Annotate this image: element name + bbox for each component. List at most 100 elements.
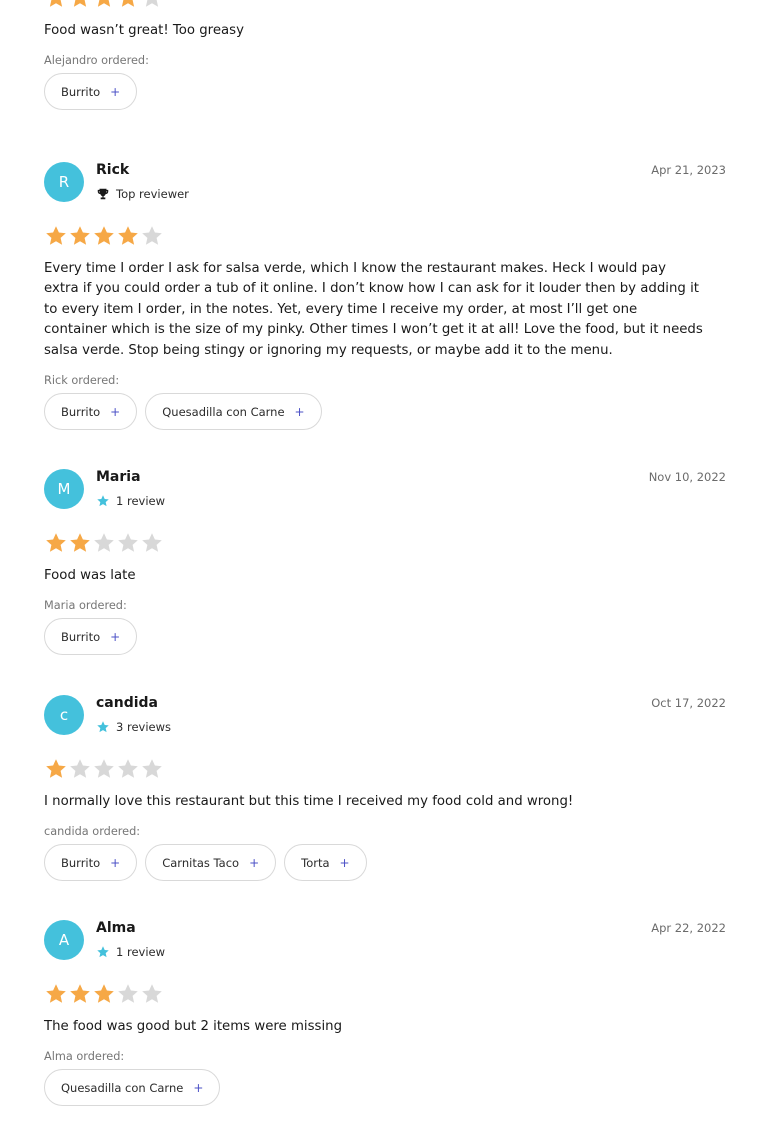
add-item-button[interactable]: Quesadilla con Carne +: [44, 1069, 221, 1107]
star-empty-icon: [116, 757, 140, 781]
ordered-label: Alma ordered:: [44, 1050, 125, 1064]
reviewer-name: Rick: [96, 162, 130, 178]
ordered-label: candida ordered:: [44, 825, 141, 839]
item-chip-label: Burrito: [61, 855, 101, 870]
star-rating: [44, 982, 726, 1006]
review-header: A Alma 1 review Apr 22, 2022: [44, 920, 726, 982]
plus-icon: +: [339, 855, 350, 870]
item-chip-label: Burrito: [61, 84, 101, 99]
star-empty-icon: [140, 531, 164, 555]
review-card: Food wasn’t great! Too greasy Alejandro o…: [44, 0, 726, 111]
review-text: Food was late: [44, 568, 136, 583]
review-card: R Rick Top reviewer Apr 21, 2023 Every time …: [44, 162, 726, 431]
avatar: c: [44, 695, 84, 735]
review-card: c candida 3 reviews Oct 17, 2022 I normally …: [44, 695, 726, 882]
star-filled-icon: [92, 224, 116, 248]
star-filled-icon: [68, 224, 92, 248]
star-filled-icon: [68, 0, 92, 10]
review-text: Every time I order I ask for salsa verde…: [44, 261, 703, 358]
review-date: Oct 17, 2022: [651, 696, 726, 710]
star-rating: [44, 0, 726, 10]
item-chip-label: Burrito: [61, 629, 101, 644]
review-text: I normally love this restaurant but this…: [44, 794, 574, 809]
star-rating: [44, 757, 726, 781]
star-filled-icon: [68, 982, 92, 1006]
star-filled-icon: [116, 224, 140, 248]
avatar: A: [44, 920, 84, 960]
avatar: M: [44, 469, 84, 509]
review-date: Apr 21, 2023: [651, 163, 726, 177]
review-date: Nov 10, 2022: [648, 470, 726, 484]
reviewer-badge-label: 1 review: [116, 945, 166, 959]
ordered-items: Burrito +: [44, 73, 726, 111]
star-empty-icon: [116, 982, 140, 1006]
star-badge-icon: [97, 946, 109, 958]
reviewer-name: candida: [96, 695, 159, 711]
star-badge-icon: [97, 721, 109, 733]
reviews-list: Food wasn’t great! Too greasy Alejandro o…: [0, 0, 770, 1129]
plus-icon: +: [110, 404, 121, 419]
reviewer-badge: Top reviewer: [96, 187, 189, 201]
reviewer-badge: 1 review: [96, 494, 165, 508]
plus-icon: +: [294, 404, 305, 419]
star-filled-icon: [92, 982, 116, 1006]
review-header: c candida 3 reviews Oct 17, 2022: [44, 695, 726, 757]
star-filled-icon: [44, 982, 68, 1006]
item-chip-label: Quesadilla con Carne: [61, 1080, 184, 1095]
star-rating: [44, 224, 726, 248]
star-empty-icon: [116, 531, 140, 555]
plus-icon: +: [110, 84, 121, 99]
star-filled-icon: [44, 757, 68, 781]
review-header: M Maria 1 review Nov 10, 2022: [44, 469, 726, 531]
star-empty-icon: [140, 982, 164, 1006]
add-item-button[interactable]: Burrito +: [44, 393, 138, 431]
star-empty-icon: [140, 757, 164, 781]
ordered-items: Burrito +: [44, 618, 726, 656]
reviewer-name: Maria: [96, 469, 141, 485]
star-rating: [44, 531, 726, 555]
star-empty-icon: [92, 757, 116, 781]
star-filled-icon: [44, 0, 68, 10]
item-chip-label: Quesadilla con Carne: [162, 404, 285, 419]
star-filled-icon: [116, 0, 140, 10]
reviewer-badge-label: Top reviewer: [116, 187, 189, 201]
add-item-button[interactable]: Burrito +: [44, 844, 138, 882]
star-filled-icon: [44, 531, 68, 555]
review-header: R Rick Top reviewer Apr 21, 2023: [44, 162, 726, 224]
plus-icon: +: [249, 855, 260, 870]
item-chip-label: Burrito: [61, 404, 101, 419]
star-filled-icon: [68, 531, 92, 555]
review-card: A Alma 1 review Apr 22, 2022 The food was go…: [44, 920, 726, 1107]
trophy-icon: [97, 188, 109, 200]
star-empty-icon: [68, 757, 92, 781]
review-card: M Maria 1 review Nov 10, 2022 Food was late M…: [44, 469, 726, 656]
star-badge-icon: [97, 495, 109, 507]
review-text: The food was good but 2 items were missi…: [44, 1019, 343, 1034]
ordered-label: Alejandro ordered:: [44, 54, 149, 68]
item-chip-label: Torta: [301, 855, 330, 870]
ordered-label: Rick ordered:: [44, 374, 120, 388]
item-chip-label: Carnitas Taco: [162, 855, 240, 870]
reviewer-name: Alma: [96, 920, 136, 936]
plus-icon: +: [110, 855, 121, 870]
reviewer-badge-label: 3 reviews: [116, 720, 171, 734]
add-item-button[interactable]: Burrito +: [44, 73, 138, 111]
review-date: Apr 22, 2022: [651, 921, 726, 935]
ordered-label: Maria ordered:: [44, 599, 127, 613]
add-item-button[interactable]: Torta +: [284, 844, 367, 882]
plus-icon: +: [110, 629, 121, 644]
add-item-button[interactable]: Burrito +: [44, 618, 138, 656]
star-empty-icon: [92, 531, 116, 555]
star-empty-icon: [140, 224, 164, 248]
reviewer-badge-label: 1 review: [116, 494, 166, 508]
ordered-items: Burrito + Carnitas Taco + Torta +: [44, 844, 726, 882]
reviewer-badge: 3 reviews: [96, 720, 171, 734]
ordered-items: Burrito + Quesadilla con Carne +: [44, 393, 726, 431]
reviewer-badge: 1 review: [96, 945, 165, 959]
star-filled-icon: [44, 224, 68, 248]
ordered-items: Quesadilla con Carne +: [44, 1069, 726, 1107]
star-empty-icon: [140, 0, 164, 10]
add-item-button[interactable]: Carnitas Taco +: [145, 844, 277, 882]
add-item-button[interactable]: Quesadilla con Carne +: [145, 393, 322, 431]
star-filled-icon: [92, 0, 116, 10]
